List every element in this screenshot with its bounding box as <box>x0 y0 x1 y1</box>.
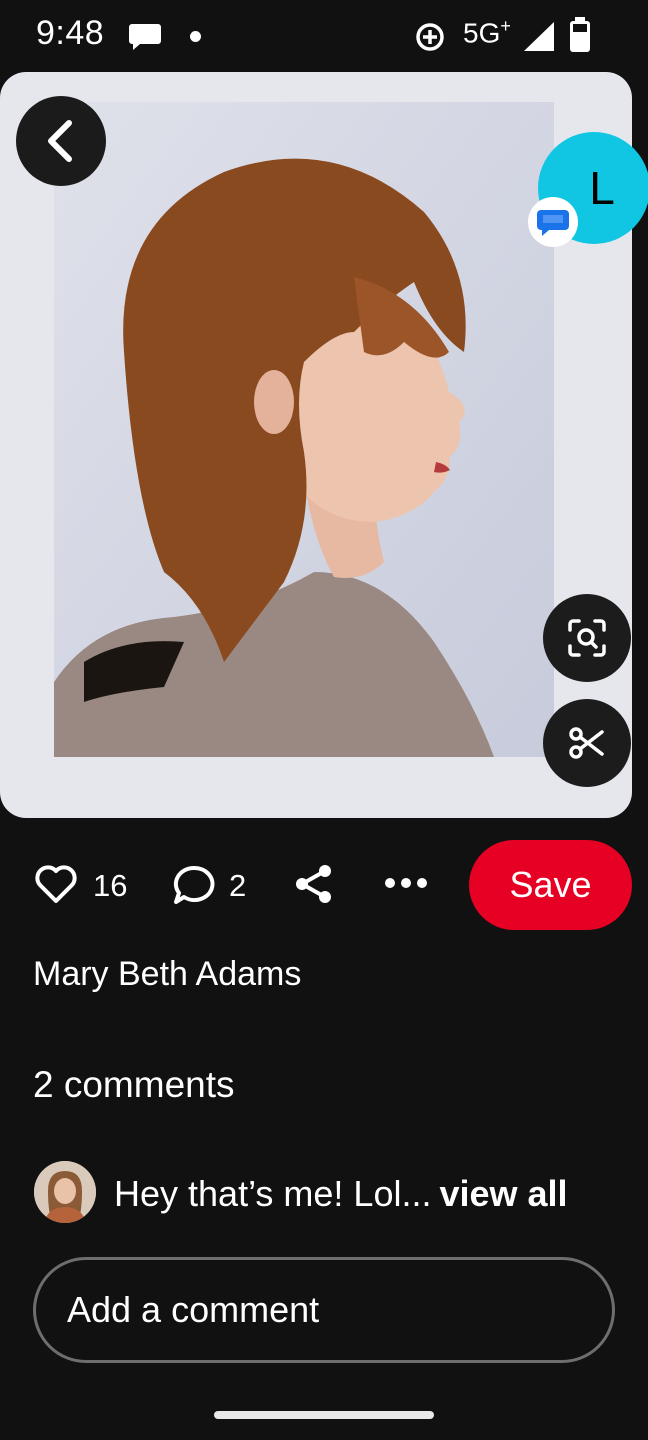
home-indicator[interactable] <box>214 1411 434 1419</box>
pin-author-name[interactable]: Mary Beth Adams <box>33 955 301 994</box>
pin-action-row: 16 2 Save <box>0 838 648 932</box>
comment-icon[interactable] <box>172 864 216 911</box>
more-options-icon[interactable] <box>384 876 428 895</box>
messages-app-icon <box>528 197 578 247</box>
view-all-comments-link[interactable]: view all <box>439 1173 567 1214</box>
notification-dot-icon <box>190 31 201 42</box>
signal-icon <box>522 20 556 57</box>
status-time: 9:48 <box>36 14 105 52</box>
save-button[interactable]: Save <box>469 840 632 930</box>
share-icon[interactable] <box>292 862 336 911</box>
back-arrow-icon <box>48 120 72 162</box>
comment-count: 2 <box>229 868 247 903</box>
battery-icon <box>568 17 592 58</box>
back-button[interactable] <box>16 96 106 186</box>
data-saver-icon <box>414 21 446 58</box>
comments-heading: 2 comments <box>33 1064 235 1105</box>
comment-preview-text: Hey that’s me! Lol... <box>114 1173 432 1214</box>
add-comment-input[interactable] <box>33 1257 615 1363</box>
avatar-initial: L <box>589 162 615 214</box>
network-plus: + <box>500 16 511 36</box>
comment-preview[interactable]: Hey that’s me! Lol... view all <box>34 1160 634 1224</box>
scissors-icon <box>569 727 604 759</box>
like-count: 16 <box>93 868 128 903</box>
network-label: 5G <box>463 17 501 49</box>
visual-search-button[interactable] <box>543 594 631 682</box>
heart-icon[interactable] <box>34 864 78 909</box>
network-type: 5G+ <box>463 16 511 49</box>
messages-notification-icon <box>128 22 162 57</box>
status-bar: 9:48 5G+ <box>0 0 648 72</box>
cut-out-button[interactable] <box>543 699 631 787</box>
hairstyle-photo <box>54 102 554 757</box>
commenter-avatar[interactable] <box>34 1161 96 1223</box>
lens-search-icon <box>568 619 606 657</box>
comment-text: Hey that’s me! Lol... view all <box>114 1173 568 1215</box>
